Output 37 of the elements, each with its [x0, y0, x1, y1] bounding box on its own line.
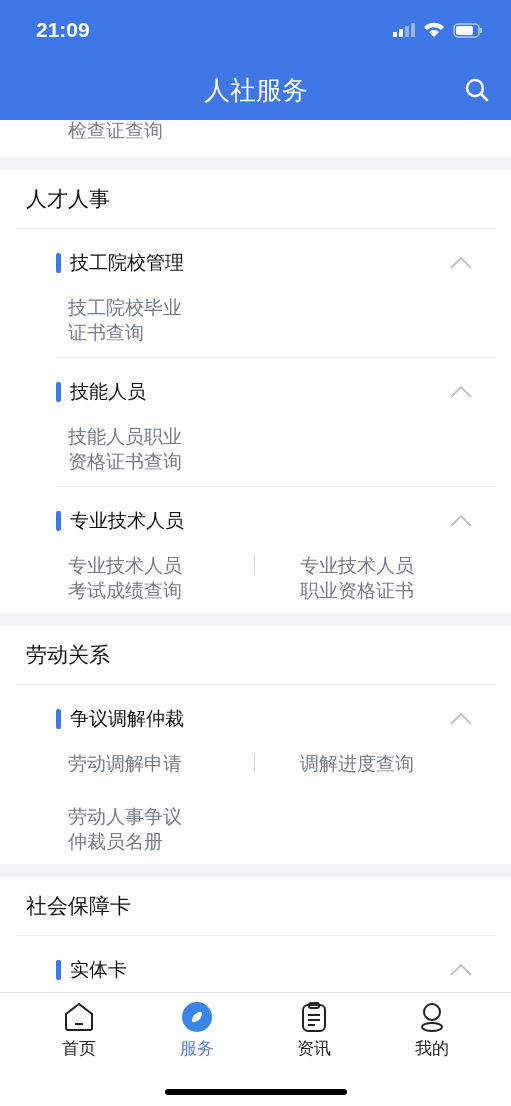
wifi-icon: [423, 22, 445, 38]
group-title: 技能人员: [70, 379, 146, 404]
service-link[interactable]: 劳动人事争议仲裁员名册: [68, 804, 186, 854]
service-link[interactable]: 技工院校毕业证书查询: [68, 295, 186, 345]
chevron-up-icon[interactable]: [450, 964, 472, 976]
group-title: 技工院校管理: [70, 250, 184, 275]
tab[interactable]: 服务: [156, 1001, 237, 1060]
service-link[interactable]: 劳动调解申请: [68, 751, 186, 776]
group-title: 专业技术人员: [70, 508, 184, 533]
leaf-icon: [180, 1001, 213, 1033]
home-icon: [62, 1001, 95, 1033]
chevron-up-icon[interactable]: [450, 257, 472, 269]
section-title: 社会保障卡: [15, 877, 496, 936]
search-icon[interactable]: [465, 78, 489, 102]
accent-bar: [56, 960, 61, 980]
accent-bar: [56, 709, 61, 729]
accent-bar: [56, 253, 61, 273]
service-link[interactable]: 专业技术人员职业资格证书: [300, 553, 418, 603]
page-title: 人社服务: [203, 73, 308, 107]
accent-bar: [56, 511, 61, 531]
group-title: 争议调解仲裁: [70, 706, 184, 731]
chevron-up-icon[interactable]: [450, 515, 472, 527]
battery-icon: [453, 22, 483, 38]
chevron-up-icon[interactable]: [450, 386, 472, 398]
section-title: 人才人事: [15, 170, 496, 229]
tab[interactable]: 资讯: [274, 1001, 355, 1060]
group-title: 实体卡: [70, 957, 127, 982]
signal-icon: [393, 23, 415, 37]
section-title: 劳动关系: [15, 626, 496, 685]
status-time: 21:09: [36, 18, 90, 42]
service-link[interactable]: 技能人员职业资格证书查询: [68, 424, 186, 474]
chevron-up-icon[interactable]: [450, 713, 472, 725]
tab[interactable]: 首页: [38, 1001, 119, 1060]
tab[interactable]: 我的: [392, 1001, 473, 1060]
accent-bar: [56, 382, 61, 402]
service-link[interactable]: 调解进度查询: [300, 751, 418, 776]
service-link[interactable]: 专业技术人员考试成绩查询: [68, 553, 186, 603]
